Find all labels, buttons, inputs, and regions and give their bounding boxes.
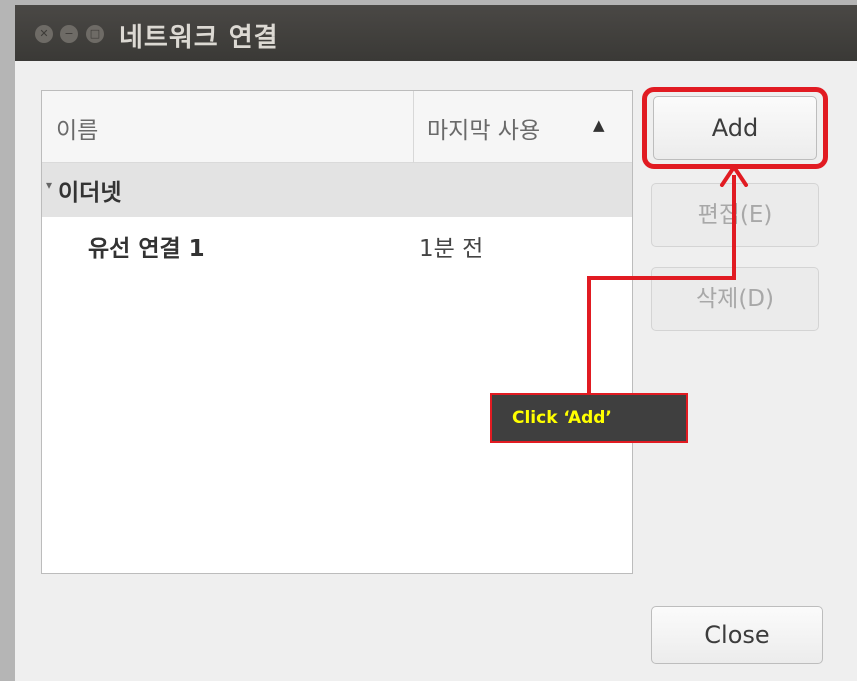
window-close-icon[interactable]: ✕ bbox=[35, 25, 53, 43]
group-row-ethernet[interactable]: ▾ 이더넷 bbox=[42, 163, 632, 217]
connection-list[interactable]: 이름 마지막 사용 ▲ ▾ 이더넷 유선 연결 1 1분 전 bbox=[41, 90, 633, 574]
add-button-highlight bbox=[642, 87, 828, 169]
callout-box: Click ‘Add’ bbox=[490, 393, 688, 443]
window-minimize-icon[interactable]: − bbox=[60, 25, 78, 43]
arrow-up-icon bbox=[720, 165, 748, 187]
sort-ascending-icon: ▲ bbox=[593, 116, 605, 134]
close-button[interactable]: Close bbox=[651, 606, 823, 664]
list-header: 이름 마지막 사용 ▲ bbox=[42, 91, 632, 163]
annotation-line bbox=[732, 175, 736, 280]
column-header-last-used[interactable]: 마지막 사용 bbox=[427, 111, 540, 145]
connection-name: 유선 연결 1 bbox=[88, 236, 205, 262]
expander-icon[interactable]: ▾ bbox=[46, 178, 52, 192]
window-title: 네트워크 연결 bbox=[119, 23, 279, 53]
group-label: 이더넷 bbox=[58, 180, 122, 206]
network-connections-window: ✕ − □ 네트워크 연결 이름 마지막 사용 ▲ ▾ 이더넷 유선 연결 1 … bbox=[15, 5, 857, 681]
connection-row[interactable]: 유선 연결 1 1분 전 bbox=[42, 217, 632, 273]
column-header-name[interactable]: 이름 bbox=[56, 111, 98, 145]
annotation-line bbox=[587, 276, 736, 280]
annotation-line bbox=[587, 276, 591, 394]
window-maximize-icon[interactable]: □ bbox=[86, 25, 104, 43]
column-divider[interactable] bbox=[413, 91, 414, 163]
title-bar: ✕ − □ 네트워크 연결 bbox=[15, 5, 857, 61]
connection-last-used: 1분 전 bbox=[419, 236, 484, 262]
